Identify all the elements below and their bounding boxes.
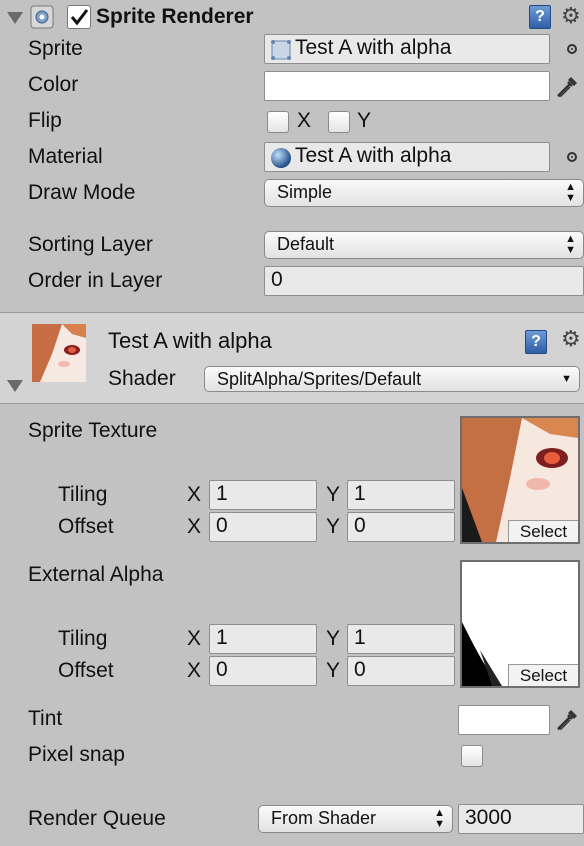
sprite-thumb-icon (271, 40, 291, 60)
sorting-layer-label: Sorting Layer (28, 233, 153, 256)
object-picker-icon[interactable] (567, 44, 577, 54)
offset-y-label: Y (326, 659, 341, 682)
external-alpha-offset-label: Offset (58, 659, 114, 682)
offset-x-label: X (187, 659, 202, 682)
dropdown-arrow-icon: ▼ (561, 372, 572, 385)
external-alpha-label: External Alpha (28, 563, 164, 586)
sorting-layer-dropdown[interactable]: Default ▲ ▼ (264, 231, 584, 259)
material-help-icon[interactable]: ? (525, 330, 547, 354)
tint-label: Tint (28, 707, 63, 730)
flip-y-checkbox[interactable] (328, 111, 350, 133)
shader-dropdown[interactable]: SplitAlpha/Sprites/Default ▼ (204, 366, 580, 392)
tiling-x-label: X (187, 483, 202, 506)
sprite-field[interactable]: Test A with alpha (264, 34, 550, 64)
sprite-label: Sprite (28, 37, 83, 60)
dropdown-arrows-icon: ▲ ▼ (565, 233, 576, 256)
tiling-x-label: X (187, 627, 202, 650)
tint-eyedropper-icon[interactable] (554, 705, 582, 733)
external-alpha-tiling-label: Tiling (58, 627, 108, 650)
dropdown-arrows-icon: ▲ ▼ (434, 807, 445, 830)
draw-mode-dropdown[interactable]: Simple ▲ ▼ (264, 179, 584, 207)
sprite-texture-offset-y-field[interactable]: 0 (347, 512, 455, 542)
sprite-texture-offset-label: Offset (58, 515, 114, 538)
external-alpha-tiling-x-field[interactable]: 1 (209, 624, 317, 654)
material-foldout-icon[interactable] (7, 380, 23, 392)
sprite-texture-tiling-y-field[interactable]: 1 (347, 480, 455, 510)
material-gear-icon[interactable]: ⚙ (561, 328, 581, 350)
section-divider (0, 403, 584, 404)
shader-label: Shader (108, 367, 176, 390)
component-title: Sprite Renderer (96, 5, 254, 28)
sorting-layer-value: Default (277, 234, 335, 254)
external-alpha-tiling-y-field[interactable]: 1 (347, 624, 455, 654)
eyedropper-icon[interactable] (554, 72, 582, 100)
draw-mode-label: Draw Mode (28, 181, 136, 204)
order-in-layer-label: Order in Layer (28, 269, 163, 292)
color-field[interactable] (264, 71, 550, 101)
pixel-snap-label: Pixel snap (28, 743, 125, 766)
render-queue-mode-value: From Shader (271, 808, 377, 828)
sprite-texture-slot[interactable]: Select (460, 416, 580, 544)
external-alpha-slot[interactable]: Select (460, 560, 580, 688)
draw-mode-value: Simple (277, 182, 333, 202)
sprite-texture-label: Sprite Texture (28, 419, 158, 442)
dropdown-arrows-icon: ▲ ▼ (565, 181, 576, 204)
component-enabled-checkbox[interactable] (67, 5, 91, 29)
color-label: Color (28, 73, 79, 96)
checkbox-check-icon (70, 9, 89, 26)
external-alpha-offset-x-field[interactable]: 0 (209, 656, 317, 686)
sphere-material-icon (271, 148, 291, 168)
material-title: Test A with alpha (108, 328, 272, 353)
sprite-renderer-foldout-icon[interactable] (7, 12, 23, 24)
material-picker-icon[interactable] (567, 152, 577, 162)
shader-value: SplitAlpha/Sprites/Default (217, 369, 422, 389)
render-queue-label: Render Queue (28, 807, 166, 830)
material-value: Test A with alpha (295, 144, 452, 167)
sprite-value: Test A with alpha (295, 36, 452, 59)
material-field[interactable]: Test A with alpha (264, 142, 550, 172)
pixel-snap-checkbox[interactable] (461, 745, 483, 767)
gear-icon[interactable]: ⚙ (561, 5, 581, 27)
offset-x-label: X (187, 515, 202, 538)
tiling-y-label: Y (326, 483, 341, 506)
sprite-texture-offset-x-field[interactable]: 0 (209, 512, 317, 542)
flip-y-label: Y (357, 109, 372, 132)
material-preview-thumbnail (32, 324, 86, 382)
sprite-texture-select-button[interactable]: Select (508, 520, 578, 542)
external-alpha-select-button[interactable]: Select (508, 664, 578, 686)
flip-x-checkbox[interactable] (267, 111, 289, 133)
material-label: Material (28, 145, 103, 168)
sprite-texture-tiling-x-field[interactable]: 1 (209, 480, 317, 510)
offset-y-label: Y (326, 515, 341, 538)
tiling-y-label: Y (326, 627, 341, 650)
external-alpha-offset-y-field[interactable]: 0 (347, 656, 455, 686)
help-icon[interactable]: ? (529, 5, 551, 29)
sprite-texture-tiling-label: Tiling (58, 483, 108, 506)
flip-label: Flip (28, 109, 62, 132)
render-queue-mode-dropdown[interactable]: From Shader ▲ ▼ (258, 805, 453, 833)
order-in-layer-field[interactable]: 0 (264, 266, 584, 296)
flip-x-label: X (297, 109, 312, 132)
sprite-renderer-icon (30, 5, 54, 29)
render-queue-value-field[interactable]: 3000 (458, 804, 584, 834)
tint-color-field[interactable] (458, 705, 550, 735)
